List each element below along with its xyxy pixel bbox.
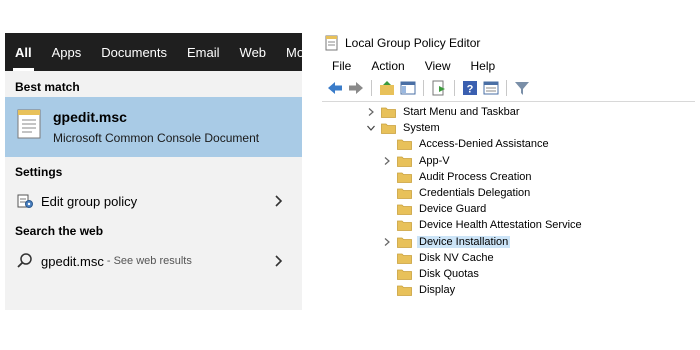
tree-item-label: App-V: [419, 154, 450, 167]
forward-arrow-icon[interactable]: [347, 79, 365, 97]
tree-item[interactable]: Device Installation: [382, 234, 511, 250]
expand-chevron-icon[interactable]: [366, 107, 376, 117]
toolbar: ?: [322, 76, 695, 100]
tree-item[interactable]: Audit Process Creation: [382, 169, 534, 185]
windows-search-panel: All Apps Documents Email Web More Best m…: [5, 33, 302, 310]
chevron-right-icon[interactable]: [274, 252, 284, 270]
tree-item[interactable]: Disk Quotas: [382, 266, 481, 282]
tree-item[interactable]: Access-Denied Assistance: [382, 136, 551, 152]
show-hide-tree-icon[interactable]: [399, 79, 417, 97]
folder-icon: [397, 187, 412, 199]
tree-item[interactable]: System: [366, 120, 442, 136]
menu-bar: File Action View Help: [322, 56, 695, 76]
search-icon: [15, 251, 35, 271]
expand-chevron-icon[interactable]: [382, 237, 392, 247]
search-web-heading: Search the web: [15, 224, 104, 238]
tree-item-label: Device Health Attestation Service: [419, 219, 582, 232]
web-search-query: gpedit.msc: [41, 253, 104, 269]
folder-icon: [397, 252, 412, 264]
toolbar-separator: [371, 80, 372, 96]
tree-item-label: Access-Denied Assistance: [419, 138, 549, 151]
properties-icon[interactable]: [482, 79, 500, 97]
folder-icon: [397, 219, 412, 232]
folder-icon: [397, 268, 412, 280]
tree-item-label: Start Menu and Taskbar: [403, 106, 520, 118]
folder-icon: [397, 138, 412, 151]
folder-icon: [381, 106, 396, 118]
web-results-hint: - See web results: [106, 255, 192, 267]
tab-all[interactable]: All: [5, 33, 42, 71]
tab-email[interactable]: Email: [177, 33, 230, 71]
tab-apps[interactable]: Apps: [42, 33, 92, 71]
folder-icon: [397, 171, 412, 183]
policy-editor-icon: [325, 35, 338, 51]
tree-item[interactable]: Disk NV Cache: [382, 250, 496, 266]
search-scope-tabs: All Apps Documents Email Web More: [5, 33, 302, 71]
back-arrow-icon[interactable]: [326, 79, 344, 97]
edit-group-policy-result[interactable]: Edit group policy: [5, 186, 302, 216]
folder-icon: [381, 122, 396, 135]
settings-policy-icon: [15, 191, 35, 211]
svg-text:?: ?: [467, 84, 474, 96]
tree-item[interactable]: App-V: [382, 153, 452, 169]
export-list-icon[interactable]: [430, 79, 448, 97]
collapse-chevron-icon[interactable]: [366, 123, 376, 133]
best-match-subtitle: Microsoft Common Console Document: [53, 131, 260, 145]
filter-icon[interactable]: [513, 79, 531, 97]
help-icon[interactable]: ?: [461, 79, 479, 97]
tree-item[interactable]: Device Health Attestation Service: [382, 217, 584, 233]
menu-file[interactable]: File: [322, 59, 361, 73]
tree-item-label: Display: [419, 284, 456, 297]
tab-more[interactable]: More: [276, 33, 302, 71]
edit-group-policy-label: Edit group policy: [41, 193, 138, 209]
tab-documents[interactable]: Documents: [91, 33, 177, 71]
tree-item-label: Device Installation: [417, 235, 511, 248]
policy-tree: Start Menu and Taskbar System Access-Denie…: [322, 101, 695, 318]
settings-heading: Settings: [15, 165, 63, 179]
toolbar-separator: [454, 80, 455, 96]
expand-chevron-icon[interactable]: [382, 156, 392, 166]
web-search-result[interactable]: gpedit.msc - See web results: [5, 246, 302, 276]
window-title: Local Group Policy Editor: [345, 36, 481, 50]
tree-item-label: Device Guard: [419, 203, 487, 216]
tree-item[interactable]: Credentials Delegation: [382, 185, 532, 201]
tree-item-label: Disk Quotas: [419, 268, 479, 280]
tree-item-label: Audit Process Creation: [419, 170, 532, 183]
tab-web[interactable]: Web: [230, 33, 277, 71]
tree-item[interactable]: Device Guard: [382, 201, 488, 217]
folder-icon: [397, 284, 412, 297]
best-match-heading: Best match: [15, 80, 80, 94]
toolbar-separator: [423, 80, 424, 96]
menu-view[interactable]: View: [415, 59, 461, 73]
folder-icon: [397, 155, 412, 167]
folder-icon: [397, 236, 412, 248]
folder-icon: [397, 203, 412, 216]
menu-help[interactable]: Help: [461, 59, 506, 73]
group-policy-editor-window: Local Group Policy Editor File Action Vi…: [322, 33, 695, 317]
tree-item-label: System: [403, 122, 440, 135]
up-folder-icon[interactable]: [378, 79, 396, 97]
best-match-title: gpedit.msc: [53, 109, 127, 125]
tree-item[interactable]: Display: [382, 282, 457, 298]
tree-item-label: Disk NV Cache: [419, 251, 494, 264]
title-bar: Local Group Policy Editor: [322, 33, 695, 53]
toolbar-separator: [506, 80, 507, 96]
tree-item[interactable]: Start Menu and Taskbar: [366, 104, 522, 120]
best-match-result[interactable]: gpedit.msc Microsoft Common Console Docu…: [5, 97, 302, 157]
chevron-right-icon[interactable]: [274, 192, 284, 210]
document-icon: [17, 109, 41, 139]
menu-action[interactable]: Action: [361, 59, 414, 73]
tree-item-label: Credentials Delegation: [419, 187, 531, 199]
